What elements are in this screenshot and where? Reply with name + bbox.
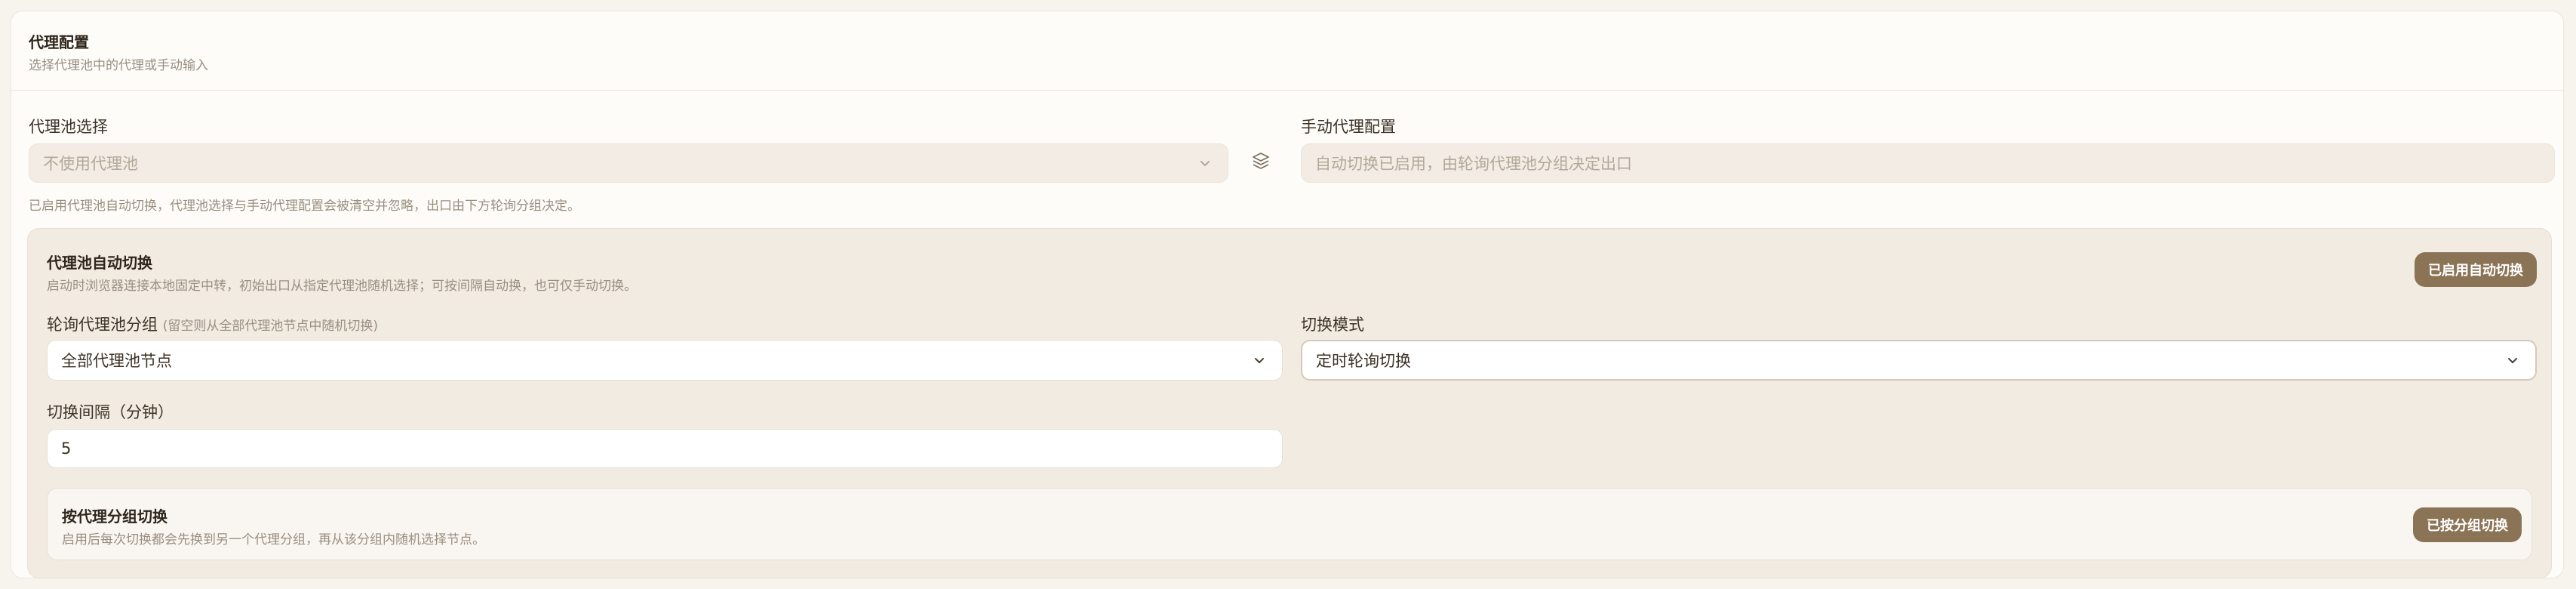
auto-switch-toggle-button[interactable]: 已启用自动切换 [2415, 252, 2537, 287]
switch-interval-input[interactable]: 5 [47, 429, 1283, 468]
pool-select-value: 不使用代理池 [43, 155, 138, 173]
switch-mode-select[interactable]: 定时轮询切换 [1301, 340, 2537, 381]
rotation-group-select[interactable]: 全部代理池节点 [47, 340, 1283, 381]
chevron-down-icon [1255, 358, 1264, 363]
pool-select[interactable]: 不使用代理池 [29, 143, 1228, 183]
manual-proxy-placeholder: 自动切换已启用，由轮询代理池分组决定出口 [1315, 155, 1632, 173]
manual-proxy-input[interactable]: 自动切换已启用，由轮询代理池分组决定出口 [1301, 143, 2555, 183]
group-switch-panel [47, 488, 2532, 560]
rotation-group-label: 轮询代理池分组 (留空则从全部代理池节点中随机切换) [47, 313, 378, 335]
chevron-down-icon [2508, 358, 2517, 363]
rotation-group-value: 全部代理池节点 [61, 352, 172, 370]
chevron-down-icon [1200, 161, 1210, 166]
switch-interval-value: 5 [61, 439, 72, 458]
auto-switch-title: 代理池自动切换 [47, 254, 152, 272]
layers-icon[interactable] [1251, 151, 1271, 171]
switch-interval-label: 切换间隔（分钟） [47, 403, 174, 421]
rotation-group-label-text: 轮询代理池分组 [47, 316, 158, 334]
group-switch-toggle-button[interactable]: 已按分组切换 [2413, 507, 2522, 542]
switch-mode-label: 切换模式 [1301, 316, 1364, 334]
rotation-group-hint: (留空则从全部代理池节点中随机切换) [162, 319, 378, 334]
card-header [11, 11, 2563, 91]
auto-switch-notice: 已启用代理池自动切换，代理池选择与手动代理配置会被清空并忽略，出口由下方轮询分组… [29, 199, 580, 214]
switch-mode-value: 定时轮询切换 [1316, 352, 1411, 370]
manual-proxy-label: 手动代理配置 [1301, 118, 1396, 136]
group-switch-title: 按代理分组切换 [62, 507, 168, 526]
page-title: 代理配置 [29, 33, 89, 51]
group-switch-description: 启用后每次切换都会先换到另一个代理分组，再从该分组内随机选择节点。 [62, 532, 485, 547]
page-subtitle: 选择代理池中的代理或手动输入 [29, 58, 208, 73]
auto-switch-description: 启动时浏览器连接本地固定中转，初始出口从指定代理池随机选择；可按间隔自动换，也可… [47, 279, 637, 294]
pool-select-label: 代理池选择 [29, 118, 108, 136]
